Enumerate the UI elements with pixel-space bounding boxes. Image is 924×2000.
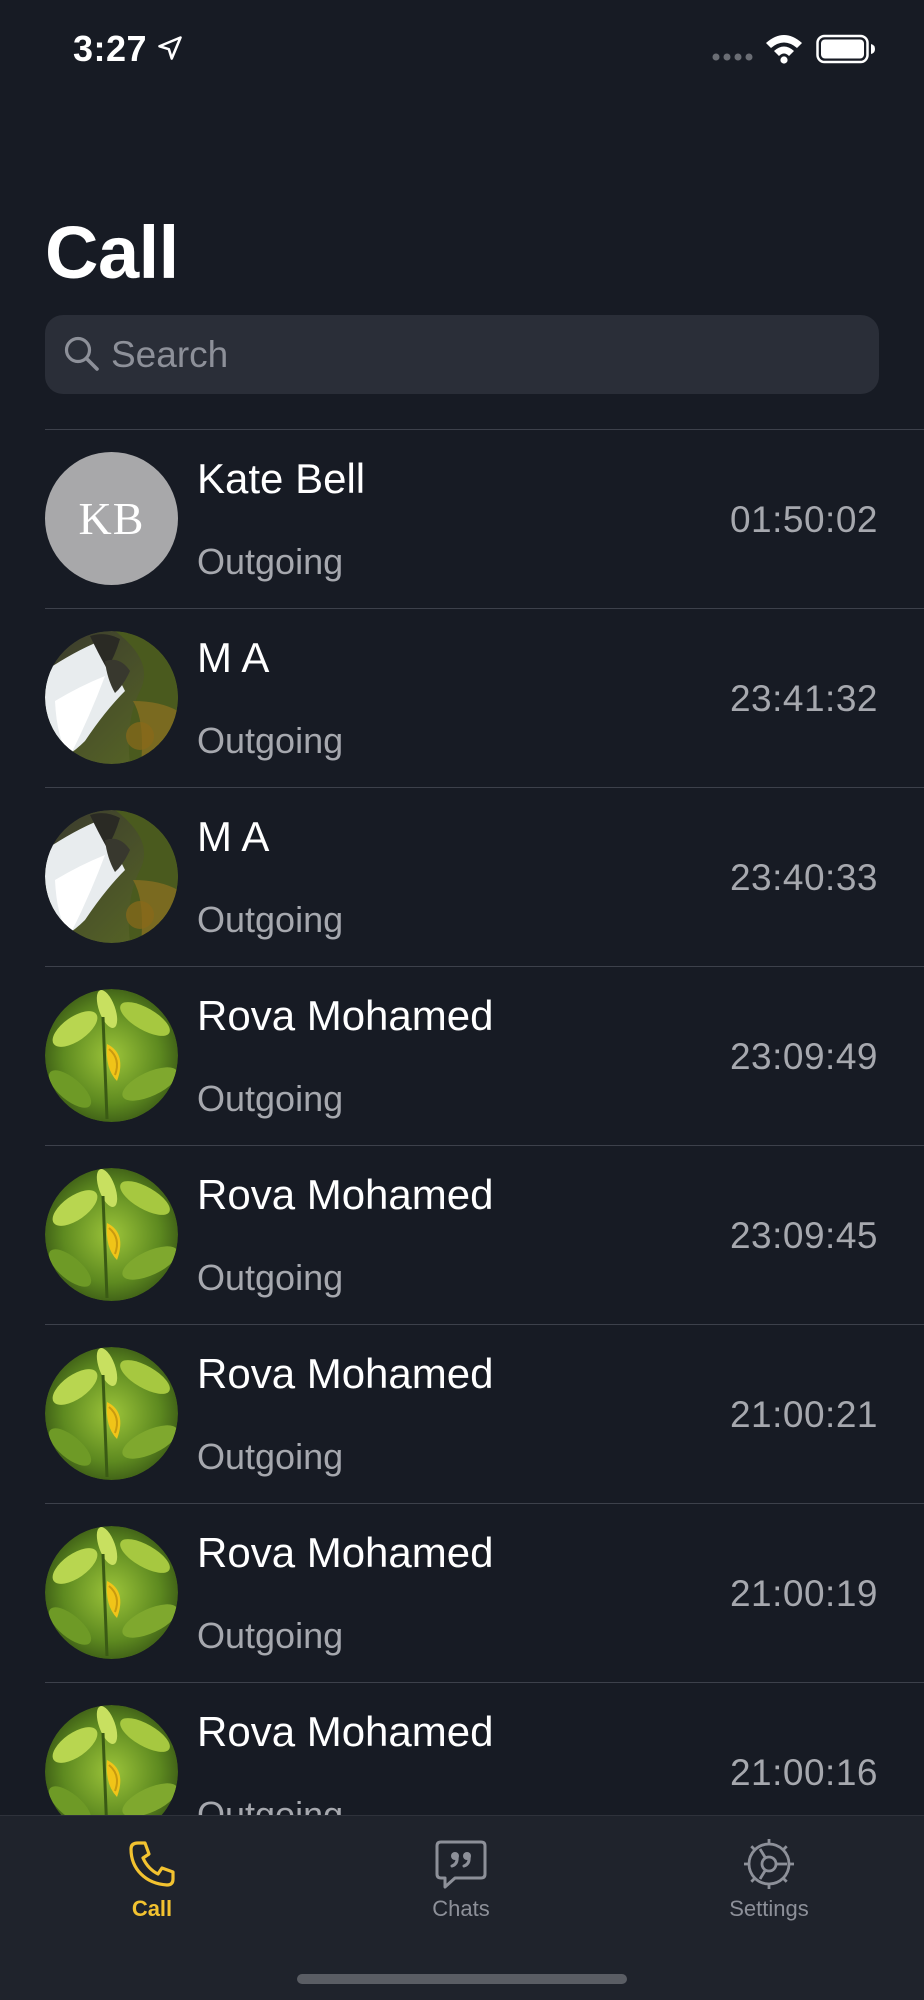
tab-settings[interactable]: Settings (669, 1836, 869, 1946)
call-time: 23:09:49 (729, 1036, 878, 1077)
call-time: 23:40:33 (729, 857, 878, 898)
avatar (45, 1526, 178, 1659)
tab-label: Chats (432, 1896, 490, 1921)
status-bar: 3:27 (0, 0, 924, 100)
call-type: Outgoing (197, 1078, 344, 1119)
row-divider (45, 429, 924, 430)
tab-chats[interactable]: Chats (361, 1836, 561, 1946)
call-type: Outgoing (197, 1794, 344, 1815)
call-row[interactable]: Rova Mohamed Outgoing 23:09:45 (0, 1145, 924, 1324)
call-row[interactable]: Rova Mohamed Outgoing 21:00:16 (0, 1682, 924, 1815)
avatar (45, 989, 178, 1122)
page-title: Call (45, 211, 179, 294)
avatar (45, 1347, 178, 1480)
cellular-signal-icon (712, 53, 753, 61)
contact-name: Rova Mohamed (197, 1171, 494, 1218)
call-type: Outgoing (197, 899, 344, 940)
tab-bar: Call Chats Settings (0, 1815, 924, 2000)
contact-name: Kate Bell (197, 455, 366, 502)
wifi-icon (766, 35, 802, 64)
call-type: Outgoing (197, 1257, 344, 1298)
call-type: Outgoing (197, 541, 344, 582)
contact-name: Rova Mohamed (197, 992, 494, 1039)
call-list: KB Kate Bell Outgoing 01:50:02 M A Outgo… (0, 429, 924, 1815)
call-time: 21:00:19 (729, 1573, 878, 1614)
battery-icon (816, 34, 875, 64)
row-divider (45, 1682, 924, 1683)
call-time: 21:00:21 (729, 1394, 878, 1435)
row-divider (45, 1503, 924, 1504)
call-time: 21:00:16 (729, 1752, 878, 1793)
contact-name: M A (197, 634, 270, 681)
row-divider (45, 787, 924, 788)
row-divider (45, 1145, 924, 1146)
avatar (45, 1705, 178, 1815)
call-row[interactable]: M A Outgoing 23:41:32 (0, 608, 924, 787)
phone-icon (129, 1841, 175, 1887)
call-type: Outgoing (197, 1615, 344, 1656)
contact-name: Rova Mohamed (197, 1350, 494, 1397)
tab-label: Settings (729, 1896, 809, 1921)
avatar (45, 1168, 178, 1301)
row-divider (45, 1324, 924, 1325)
tab-call[interactable]: Call (52, 1836, 252, 1946)
contact-name: Rova Mohamed (197, 1529, 494, 1576)
call-time: 23:09:45 (729, 1215, 878, 1256)
search-bar[interactable] (45, 315, 879, 394)
home-indicator (297, 1974, 627, 1984)
contact-name: M A (197, 813, 270, 860)
row-divider (45, 608, 924, 609)
call-row[interactable]: Rova Mohamed Outgoing 23:09:49 (0, 966, 924, 1145)
avatar (45, 631, 178, 764)
avatar: KB (45, 452, 178, 585)
row-divider (45, 966, 924, 967)
call-row[interactable]: Rova Mohamed Outgoing 21:00:19 (0, 1503, 924, 1682)
chat-bubble-icon (435, 1840, 487, 1889)
call-screen: 3:27 Call KB (0, 0, 924, 2000)
call-row[interactable]: M A Outgoing 23:40:33 (0, 787, 924, 966)
call-row[interactable]: KB Kate Bell Outgoing 01:50:02 (0, 429, 924, 608)
search-input[interactable] (111, 315, 851, 394)
call-type: Outgoing (197, 1436, 344, 1477)
contact-name: Rova Mohamed (197, 1708, 494, 1755)
call-row[interactable]: Rova Mohamed Outgoing 21:00:21 (0, 1324, 924, 1503)
tab-label: Call (131, 1896, 173, 1921)
avatar (45, 810, 178, 943)
location-arrow-icon (158, 36, 182, 60)
call-time: 23:41:32 (729, 678, 878, 719)
search-icon (64, 336, 99, 371)
call-time: 01:50:02 (729, 499, 878, 540)
status-time: 3:27 (73, 28, 148, 69)
gear-icon (744, 1839, 794, 1889)
call-type: Outgoing (197, 720, 344, 761)
